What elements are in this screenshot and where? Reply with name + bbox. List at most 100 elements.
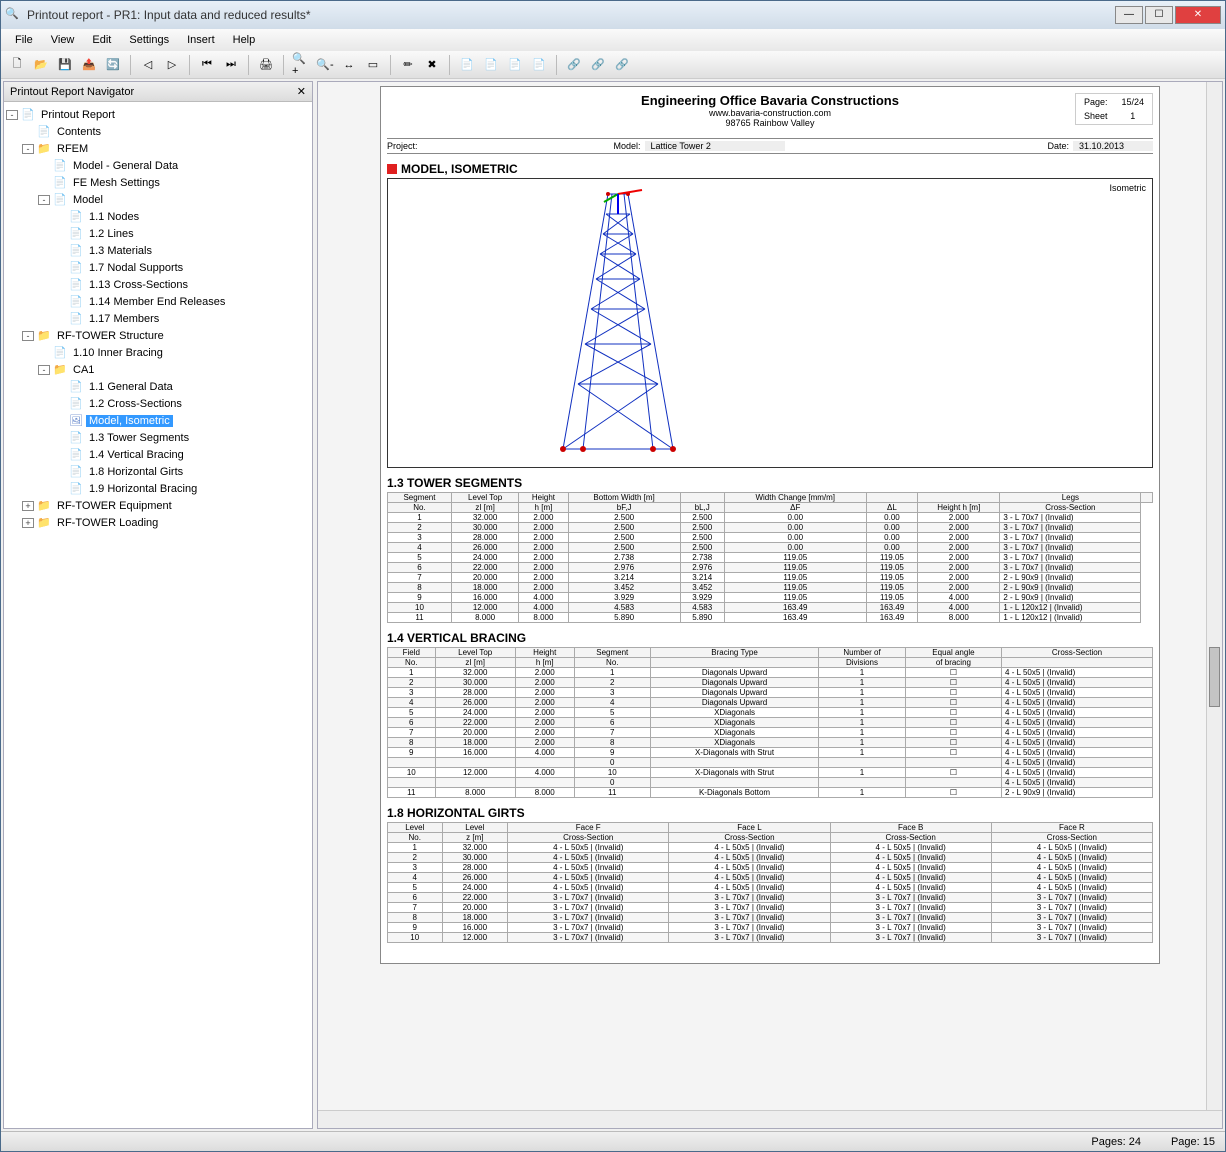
save-icon[interactable]: 💾 bbox=[55, 55, 75, 75]
tree-label: 1.2 Lines bbox=[86, 228, 137, 240]
tree-node[interactable]: 📄1.7 Nodal Supports bbox=[6, 259, 310, 276]
menu-help[interactable]: Help bbox=[225, 32, 264, 48]
doc1-icon[interactable]: 📄 bbox=[457, 55, 477, 75]
doc-icon: 📄 bbox=[69, 312, 83, 326]
table-row: 1012.0004.00010X-Diagonals with Strut1☐4… bbox=[388, 768, 1153, 778]
tree-node[interactable]: 📄1.3 Tower Segments bbox=[6, 429, 310, 446]
doc-icon: 📄 bbox=[69, 465, 83, 479]
vertical-scrollbar[interactable] bbox=[1206, 82, 1222, 1110]
expand-icon[interactable]: - bbox=[6, 110, 18, 120]
link3-icon[interactable]: 🔗 bbox=[612, 55, 632, 75]
page-scroll[interactable]: Engineering Office Bavaria Constructions… bbox=[318, 82, 1222, 1110]
doc-icon: 📄 bbox=[69, 227, 83, 241]
navigator-header: Printout Report Navigator ✕ bbox=[4, 82, 312, 102]
table-row: 720.0002.0007XDiagonals1☐4 - L 50x5 | (I… bbox=[388, 728, 1153, 738]
tree-node[interactable]: -📄Printout Report bbox=[6, 106, 310, 123]
close-button[interactable]: ✕ bbox=[1175, 6, 1221, 24]
tree-node[interactable]: -📁RF-TOWER Structure bbox=[6, 327, 310, 344]
new-icon[interactable]: 🗋 bbox=[7, 55, 27, 75]
tree-node[interactable]: 📄FE Mesh Settings bbox=[6, 174, 310, 191]
minimize-button[interactable]: — bbox=[1115, 6, 1143, 24]
tree-node[interactable]: 📄1.2 Lines bbox=[6, 225, 310, 242]
table-row: 524.0004 - L 50x5 | (Invalid)4 - L 50x5 … bbox=[388, 883, 1153, 893]
doc-icon: 📄 bbox=[69, 397, 83, 411]
fit-icon[interactable]: ↔ bbox=[339, 55, 359, 75]
tree-node[interactable]: 📄1.10 Inner Bracing bbox=[6, 344, 310, 361]
tree-node[interactable]: 📄1.9 Horizontal Bracing bbox=[6, 480, 310, 497]
menu-insert[interactable]: Insert bbox=[179, 32, 223, 48]
doc3-icon[interactable]: 📄 bbox=[505, 55, 525, 75]
tower-segments-table: SegmentLevel TopHeightBottom Width [m]Wi… bbox=[387, 492, 1153, 623]
tree-node[interactable]: 📄Contents bbox=[6, 123, 310, 140]
table-row: 118.0008.00011K-Diagonals Bottom1☐2 - L … bbox=[388, 788, 1153, 798]
tree-node[interactable]: 📄1.17 Members bbox=[6, 310, 310, 327]
doc-icon: 📄 bbox=[69, 431, 83, 445]
expand-icon[interactable]: - bbox=[38, 195, 50, 205]
expand-icon[interactable]: + bbox=[22, 518, 34, 528]
export-icon[interactable]: 📤 bbox=[79, 55, 99, 75]
tree-node[interactable]: 📄1.3 Materials bbox=[6, 242, 310, 259]
tree-node[interactable]: 📄Model - General Data bbox=[6, 157, 310, 174]
report-page: Engineering Office Bavaria Constructions… bbox=[380, 86, 1160, 964]
select-tool-icon[interactable]: ▭ bbox=[363, 55, 383, 75]
menu-settings[interactable]: Settings bbox=[121, 32, 177, 48]
tree-node[interactable]: 📄1.1 General Data bbox=[6, 378, 310, 395]
doc4-icon[interactable]: 📄 bbox=[529, 55, 549, 75]
separator bbox=[248, 55, 249, 75]
print-icon[interactable]: 🖨 bbox=[256, 55, 276, 75]
menu-edit[interactable]: Edit bbox=[84, 32, 119, 48]
navigator-close-icon[interactable]: ✕ bbox=[297, 85, 306, 98]
last-page-icon[interactable]: ⏭ bbox=[221, 55, 241, 75]
scrollbar-thumb[interactable] bbox=[1209, 647, 1220, 707]
table-row: 118.0008.0005.8905.890163.49163.498.0001… bbox=[388, 613, 1153, 623]
horizontal-scrollbar[interactable] bbox=[318, 1110, 1222, 1128]
tree-label: RF-TOWER Loading bbox=[54, 517, 161, 529]
status-page: Page: 15 bbox=[1171, 1136, 1215, 1148]
menu-file[interactable]: File bbox=[7, 32, 41, 48]
open-icon[interactable]: 📂 bbox=[31, 55, 51, 75]
app-icon: 🔍 bbox=[5, 7, 21, 23]
expand-icon[interactable]: - bbox=[38, 365, 50, 375]
expand-icon[interactable]: + bbox=[22, 501, 34, 511]
link1-icon[interactable]: 🔗 bbox=[564, 55, 584, 75]
table-row: 1012.0004.0004.5834.583163.49163.494.000… bbox=[388, 603, 1153, 613]
tree-node[interactable]: -📄Model bbox=[6, 191, 310, 208]
refresh-icon[interactable]: 🔄 bbox=[103, 55, 123, 75]
nav-prev-icon[interactable]: ◁ bbox=[138, 55, 158, 75]
tree-node[interactable]: 📄1.2 Cross-Sections bbox=[6, 395, 310, 412]
doc2-icon[interactable]: 📄 bbox=[481, 55, 501, 75]
app-window: 🔍 Printout report - PR1: Input data and … bbox=[0, 0, 1226, 1152]
delete-icon[interactable]: ✖ bbox=[422, 55, 442, 75]
table-row: 622.0002.0006XDiagonals1☐4 - L 50x5 | (I… bbox=[388, 718, 1153, 728]
table-row: 622.0003 - L 70x7 | (Invalid)3 - L 70x7 … bbox=[388, 893, 1153, 903]
tree-label: RF-TOWER Equipment bbox=[54, 500, 175, 512]
expand-icon[interactable]: - bbox=[22, 331, 34, 341]
pencil-icon[interactable]: ✏ bbox=[398, 55, 418, 75]
link2-icon[interactable]: 🔗 bbox=[588, 55, 608, 75]
tree-node[interactable]: 📄1.14 Member End Releases bbox=[6, 293, 310, 310]
zoom-in-icon[interactable]: 🔍+ bbox=[291, 55, 311, 75]
table-row: 328.0004 - L 50x5 | (Invalid)4 - L 50x5 … bbox=[388, 863, 1153, 873]
tree-node[interactable]: +📁RF-TOWER Loading bbox=[6, 514, 310, 531]
tree-node[interactable]: 🖼Model, Isometric bbox=[6, 412, 310, 429]
tree-node[interactable]: +📁RF-TOWER Equipment bbox=[6, 497, 310, 514]
menu-view[interactable]: View bbox=[43, 32, 83, 48]
img-icon: 🖼 bbox=[69, 414, 83, 428]
tree-label: Printout Report bbox=[38, 109, 118, 121]
table-row: 132.0002.0002.5002.5000.000.002.0003 - L… bbox=[388, 513, 1153, 523]
nav-next-icon[interactable]: ▷ bbox=[162, 55, 182, 75]
tree-node[interactable]: -📁CA1 bbox=[6, 361, 310, 378]
tree-node[interactable]: 📄1.8 Horizontal Girts bbox=[6, 463, 310, 480]
navigator-tree[interactable]: -📄Printout Report📄Contents-📁RFEM📄Model -… bbox=[4, 102, 312, 1128]
tree-node[interactable]: -📁RFEM bbox=[6, 140, 310, 157]
separator bbox=[449, 55, 450, 75]
expand-icon[interactable]: - bbox=[22, 144, 34, 154]
doc-icon: 📄 bbox=[69, 210, 83, 224]
first-page-icon[interactable]: ⏮ bbox=[197, 55, 217, 75]
tree-node[interactable]: 📄1.13 Cross-Sections bbox=[6, 276, 310, 293]
zoom-out-icon[interactable]: 🔍- bbox=[315, 55, 335, 75]
page-header: Engineering Office Bavaria Constructions… bbox=[387, 93, 1153, 128]
tree-node[interactable]: 📄1.1 Nodes bbox=[6, 208, 310, 225]
tree-node[interactable]: 📄1.4 Vertical Bracing bbox=[6, 446, 310, 463]
maximize-button[interactable]: ☐ bbox=[1145, 6, 1173, 24]
